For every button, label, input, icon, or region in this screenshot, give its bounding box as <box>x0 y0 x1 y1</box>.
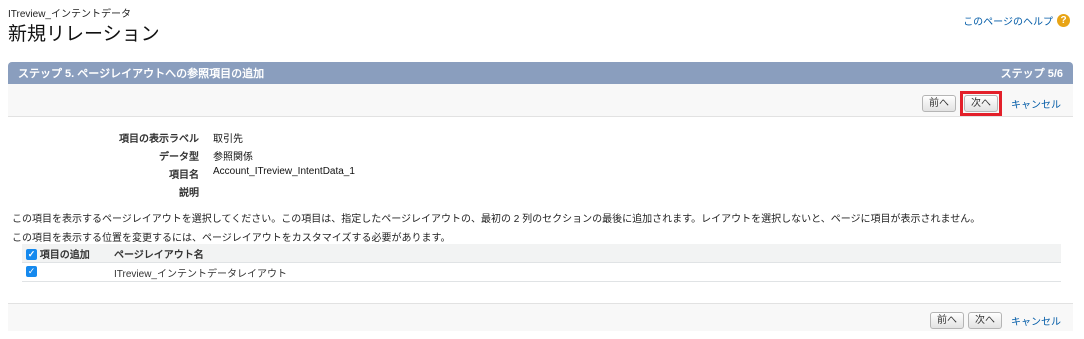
detail-row-name: 項目名 Account_ITreview_IntentData_1 <box>8 166 1073 181</box>
field-label-label: 項目の表示ラベル <box>119 134 199 145</box>
cancel-link-top[interactable]: キャンセル <box>1011 96 1061 111</box>
detail-row-type: データ型 参照関係 <box>8 148 1073 163</box>
prev-button-top[interactable]: 前へ <box>922 95 956 112</box>
step-counter: ステップ 5/6 <box>1000 68 1063 80</box>
next-button-bottom[interactable]: 次へ <box>968 312 1002 329</box>
col-add-label: 項目の追加 <box>39 249 90 261</box>
help-link[interactable]: このページのヘルプ <box>963 13 1053 28</box>
next-button-highlight: 次へ <box>960 91 1002 116</box>
help-question-icon[interactable]: ? <box>1057 14 1070 27</box>
layout-table: ✓ 項目の追加 ページレイアウト名 ✓ ITreview_インテントデータレイア… <box>22 244 1061 282</box>
cancel-link-bottom[interactable]: キャンセル <box>1011 313 1061 328</box>
field-name-value: Account_ITreview_IntentData_1 <box>213 166 355 177</box>
data-type-label: データ型 <box>159 152 199 163</box>
divider-bottom <box>8 303 1073 304</box>
description-label: 説明 <box>179 188 199 199</box>
layout-table-header: ✓ 項目の追加 ページレイアウト名 <box>22 244 1061 263</box>
step-title: ステップ 5. ページレイアウトへの参照項目の追加 <box>18 68 265 80</box>
detail-row-label: 項目の表示ラベル 取引先 <box>8 130 1073 145</box>
page-title: 新規リレーション <box>8 24 160 45</box>
detail-row-desc: 説明 <box>8 184 1073 199</box>
field-name-label: 項目名 <box>169 170 199 181</box>
col-layout-header: ページレイアウト名 <box>110 244 1061 263</box>
field-label-value: 取引先 <box>213 134 243 145</box>
layout-name: ITreview_インテントデータレイアウト <box>110 262 1061 282</box>
info-text-1: この項目を表示するページレイアウトを選択してください。この項目は、指定したページ… <box>12 214 981 225</box>
help-area: このページのヘルプ ? <box>963 13 1070 28</box>
step-header: ステップ 5. ページレイアウトへの参照項目の追加 ステップ 5/6 <box>8 62 1073 84</box>
prev-button-bottom[interactable]: 前へ <box>930 312 964 329</box>
wizard-panel: ステップ 5. ページレイアウトへの参照項目の追加 ステップ 5/6 前へ 次へ… <box>8 62 1073 331</box>
next-button-top[interactable]: 次へ <box>964 95 998 112</box>
row-checkbox-cell: ✓ <box>22 262 110 282</box>
info-text-2: この項目を表示する位置を変更するには、ページレイアウトをカスタマイズする必要があ… <box>12 233 451 244</box>
col-add-header: ✓ 項目の追加 <box>22 244 110 263</box>
table-row: ✓ ITreview_インテントデータレイアウト <box>22 262 1061 282</box>
row-checkbox[interactable]: ✓ <box>26 266 37 278</box>
top-button-bar: 前へ 次へ キャンセル <box>922 91 1061 116</box>
select-all-checkbox[interactable]: ✓ <box>26 249 37 261</box>
object-name: ITreview_インテントデータ <box>8 9 131 20</box>
bottom-button-bar: 前へ 次へ キャンセル <box>930 312 1061 329</box>
data-type-value: 参照関係 <box>213 152 253 163</box>
